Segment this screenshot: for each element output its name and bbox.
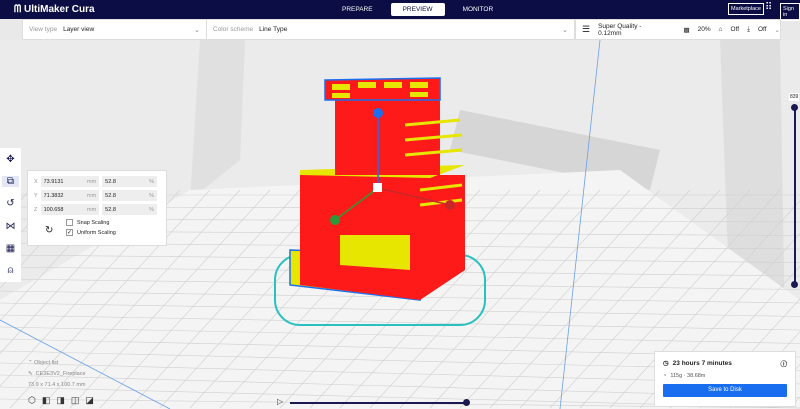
tool-sidebar: ✥ ⧉ ↺ ⋈ ▦ ⍝ [0,148,21,282]
snap-scaling-checkbox[interactable]: Snap Scaling [66,219,160,226]
top-view-icon[interactable]: ◨ [56,395,65,405]
scale-y-mm-input[interactable]: 71.3832 mm [40,190,100,201]
layer-slider-top-handle[interactable] [791,104,798,111]
camera-view-buttons: ⬡ ◧ ◨ ◫ ◪ [28,395,94,405]
object-info: ⌃ Object list ✎ CE3E3V2_Fireplace 73.9 x… [28,358,86,391]
chevron-down-icon: ⌄ [194,26,200,34]
layer-slider-bottom-handle[interactable] [791,281,798,288]
pencil-icon: ✎ [28,371,33,377]
uniform-scaling-checkbox[interactable]: ✓ Uniform Scaling [66,229,160,236]
marketplace-button[interactable]: Marketplace [728,3,764,15]
apps-grid-icon[interactable]: ⠿ [765,3,772,13]
scale-tool-icon[interactable]: ⧉ [2,175,19,187]
path-slider[interactable] [290,402,467,404]
object-list-toggle[interactable]: ⌃ Object list [28,358,86,369]
sign-in-button[interactable]: Sign in [780,3,800,21]
object-name[interactable]: ✎ CE3E3V2_Fireplace [28,369,86,380]
z-axis-handle [373,108,383,118]
layer-number: 839 [789,93,800,101]
save-to-disk-button[interactable]: Save to Disk [663,384,787,397]
view-bar: View type Layer view ⌄ Color scheme Line Ty… [22,19,575,40]
x-axis-handle [445,200,455,210]
scale-z-percent-input[interactable]: 52.8% [102,204,157,215]
color-scheme-select[interactable]: Color scheme Line Type ⌄ [207,20,574,39]
support-blocker-icon[interactable]: ⍝ [8,265,14,276]
scale-panel: X 73.9131 mm 52.8% Y 71.3832 mm 52.8% Z 100.658… [27,170,167,246]
scale-row-z: Z 100.658 mm 52.8% [34,203,160,216]
uniform-scale-handle [373,183,382,192]
sliders-icon: ☰ [582,24,591,34]
tab-monitor[interactable]: MONITOR [451,3,506,16]
move-tool-icon[interactable]: ✥ [6,154,14,165]
layer-slider[interactable] [794,107,796,284]
mirror-tool-icon[interactable]: ⋈ [6,221,16,232]
print-settings-button[interactable]: ☰ Super Quality - 0.12mm ▩ 20% ⌂ Off ⤓ Off ⌄ [575,19,781,40]
tab-preview[interactable]: PREVIEW [390,3,445,16]
clock-icon: ◷ [663,360,669,367]
object-dimensions: 73.9 x 71.4 x 100.7 mm [28,382,86,388]
scale-x-percent-input[interactable]: 52.8% [102,176,157,187]
left-view-icon[interactable]: ◫ [71,395,80,405]
per-model-settings-icon[interactable]: ▦ [6,243,15,254]
top-bar: ᗰ UltiMaker Cura PREPARE PREVIEW MONITOR… [0,0,800,21]
y-axis-handle [330,215,340,225]
tab-prepare[interactable]: PREPARE [330,3,385,16]
chevron-down-icon: ⌄ [774,26,780,34]
print-info-panel: ◷ 23 hours 7 minutes ⓘ ◔ 115g · 38.68m Save… [654,351,796,407]
info-icon[interactable]: ⓘ [781,358,788,368]
spool-icon: ◔ [663,373,667,379]
adhesion-icon: ⤓ [747,25,750,33]
chevron-down-icon: ⌄ [562,26,568,34]
reset-scale-icon[interactable]: ↻ [45,225,53,236]
play-icon[interactable]: ▷ [277,397,283,406]
scale-row-x: X 73.9131 mm 52.8% [34,175,160,188]
scale-y-percent-input[interactable]: 52.8% [102,190,157,201]
checkmark-icon: ✓ [66,229,73,236]
logo-icon: ᗰ [14,4,24,15]
view-type-select[interactable]: View type Layer view ⌄ [23,20,207,39]
path-slider-handle[interactable] [463,399,470,406]
rotate-tool-icon[interactable]: ↺ [6,198,14,209]
scale-x-mm-input[interactable]: 73.9131 mm [40,176,100,187]
app-logo: ᗰ UltiMaker Cura [14,4,95,15]
right-view-icon[interactable]: ◪ [85,395,94,405]
checkbox-box [66,219,73,226]
scale-z-mm-input[interactable]: 100.658 mm [40,204,100,215]
infill-icon: ▩ [683,26,690,34]
front-view-icon[interactable]: ◧ [42,395,51,405]
scale-row-y: Y 71.3832 mm 52.8% [34,189,160,202]
support-icon: ⌂ [718,26,723,33]
3d-view-icon[interactable]: ⬡ [28,395,36,405]
